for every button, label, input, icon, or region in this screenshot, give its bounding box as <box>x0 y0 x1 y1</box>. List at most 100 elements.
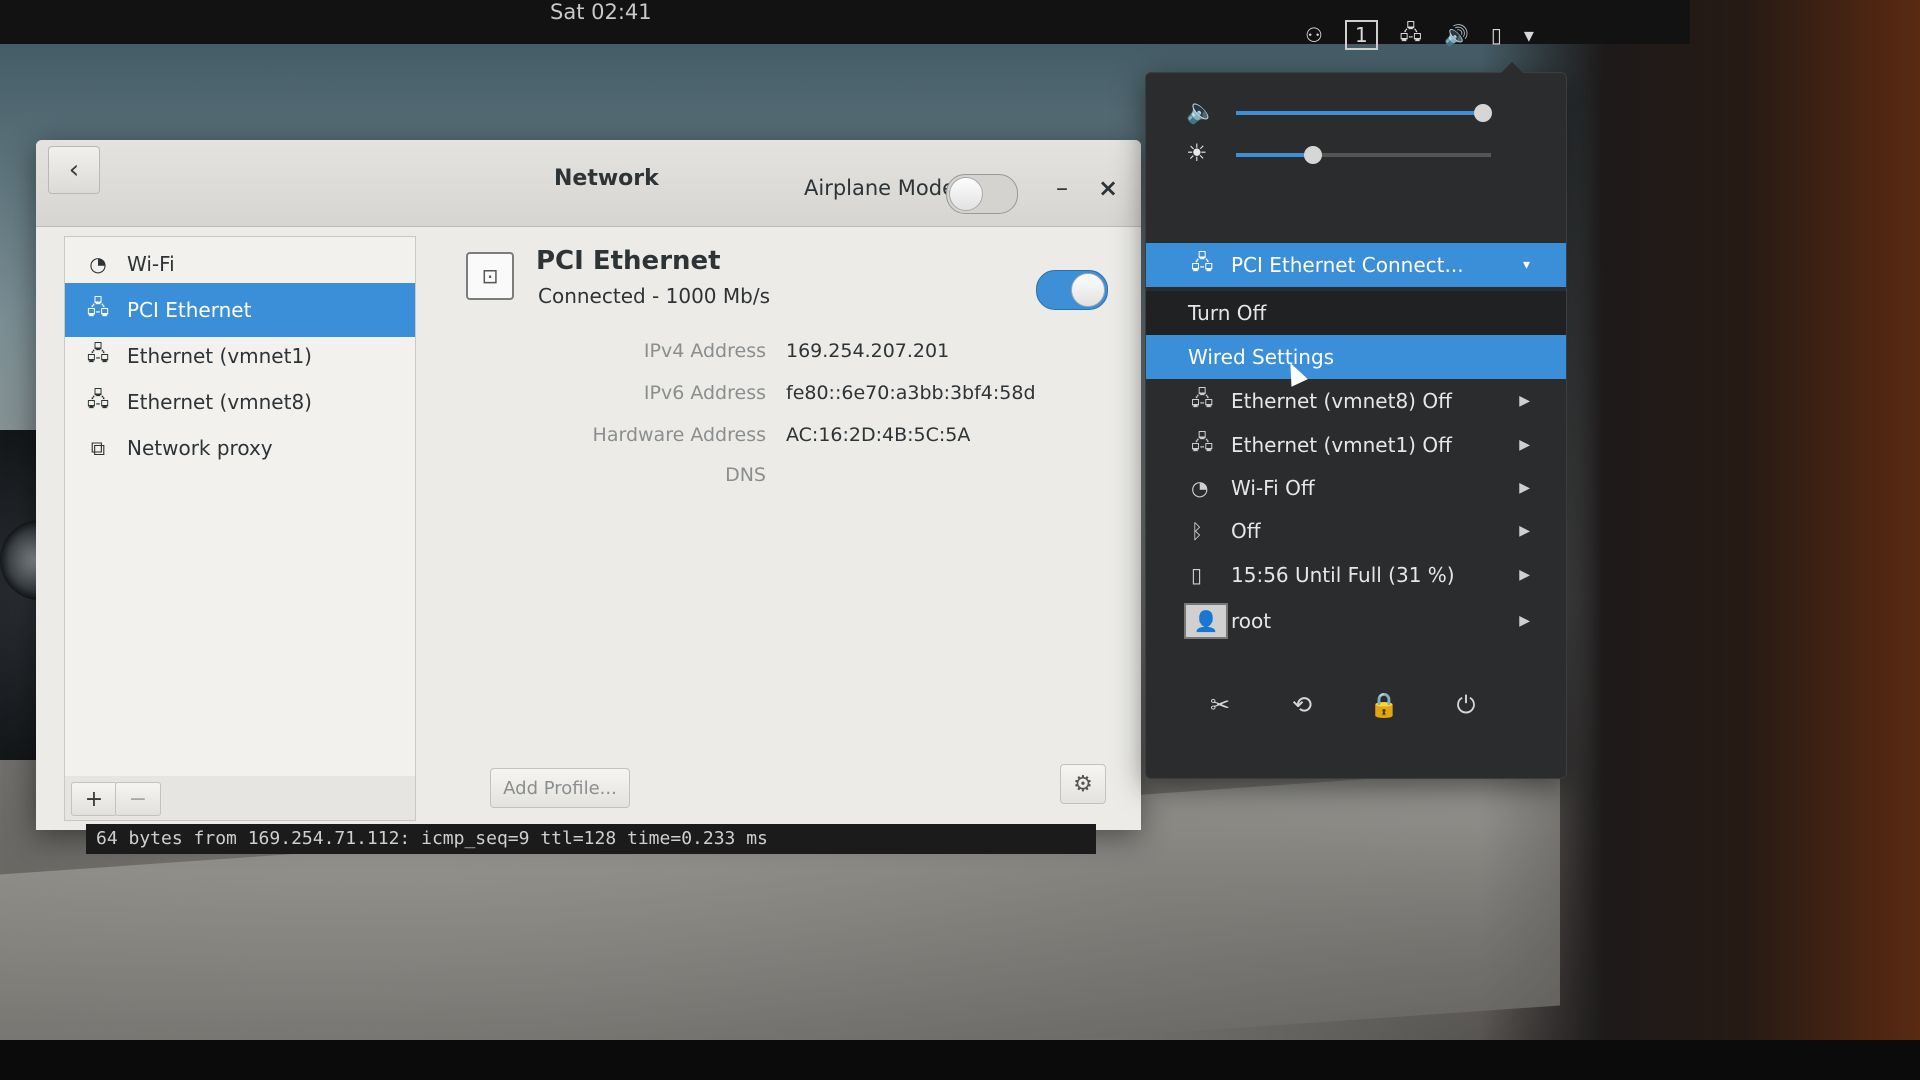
wifi-icon: ◔ <box>1191 476 1209 500</box>
brightness-slider[interactable]: ☀ <box>1186 139 1526 169</box>
network-proxy-icon: ⧉ <box>90 436 106 460</box>
ipv6-value: fe80::6e70:a3bb:3bf4:58d <box>786 382 1036 404</box>
terminal-output: 64 bytes from 169.254.71.112: icmp_seq=9… <box>86 824 1096 854</box>
dns-label: DNS <box>725 464 766 486</box>
workspace-indicator[interactable]: 1 <box>1344 20 1378 50</box>
volume-slider-knob[interactable] <box>1474 104 1493 122</box>
chevron-down-icon[interactable]: ▾ <box>1524 23 1534 47</box>
wired-network-icon: 🖧 <box>86 295 110 319</box>
window-title: Network <box>554 166 659 191</box>
system-actions: ✂ ⟲ 🔒 ⏻ <box>1146 683 1566 733</box>
menu-item-label: Wi-Fi Off <box>1231 476 1315 500</box>
chevron-right-icon: ▶ <box>1519 567 1530 583</box>
menu-pointer <box>1500 62 1524 74</box>
airplane-mode-switch[interactable] <box>946 174 1018 214</box>
brightness-slider-track[interactable] <box>1236 146 1491 164</box>
gear-icon: ⚙ <box>1073 771 1093 797</box>
rotation-lock-icon: ⟲ <box>1291 691 1313 719</box>
wired-network-disconnected-icon: 🖧 <box>86 341 110 365</box>
lock-icon: 🔒 <box>1369 691 1399 719</box>
user-menu-item[interactable]: 👤 root ▶ <box>1146 599 1566 643</box>
wired-network-disconnected-icon: 🖧 <box>86 387 110 411</box>
ipv6-label: IPv6 Address <box>643 382 766 404</box>
settings-icon: ✂ <box>1209 691 1231 719</box>
user-avatar-icon: 👤 <box>1184 603 1228 639</box>
brightness-slider-knob[interactable] <box>1303 146 1322 164</box>
wifi-menu-item[interactable]: ◔ Wi-Fi Off ▶ <box>1146 466 1566 510</box>
wifi-icon: ◔ <box>89 252 107 276</box>
minimize-button[interactable]: – <box>1056 174 1068 202</box>
ipv4-value: 169.254.207.201 <box>786 340 950 362</box>
switch-knob <box>1071 273 1105 307</box>
battery-icon[interactable]: ▯ <box>1491 23 1502 47</box>
volume-slider-fill <box>1236 111 1484 115</box>
battery-menu-item[interactable]: ▯ 15:56 Until Full (31 %) ▶ <box>1146 553 1566 597</box>
close-button[interactable]: × <box>1098 174 1118 202</box>
back-button[interactable]: ‹ <box>48 146 100 194</box>
ethernet-power-switch[interactable] <box>1036 270 1108 310</box>
chevron-right-icon: ▶ <box>1519 613 1530 629</box>
hardware-address-value: AC:16:2D:4B:5C:5A <box>786 424 971 446</box>
add-device-button[interactable]: + <box>71 782 117 816</box>
wired-network-disconnected-icon: 🖧 <box>1191 430 1214 454</box>
connection-settings-button[interactable]: ⚙ <box>1060 764 1106 804</box>
sidebar-item-label: Ethernet (vmnet1) <box>127 344 312 368</box>
device-list-toolbar: + − <box>64 776 416 821</box>
remove-device-button[interactable]: − <box>115 782 161 816</box>
settings-button[interactable]: ✂ <box>1198 683 1242 727</box>
rotation-lock-button[interactable]: ⟲ <box>1280 683 1324 727</box>
ethernet-vmnet1-menu-item[interactable]: 🖧 Ethernet (vmnet1) Off ▶ <box>1146 423 1566 467</box>
battery-icon: ▯ <box>1191 563 1203 587</box>
chevron-down-icon: ▾ <box>1522 257 1530 273</box>
network-icon[interactable]: 🖧 <box>1400 18 1422 52</box>
sidebar-item-label: Wi-Fi <box>127 252 175 276</box>
switch-knob <box>949 177 983 211</box>
device-list: ◔ Wi-Fi 🖧 PCI Ethernet 🖧 Ethernet (vmnet… <box>64 236 416 778</box>
add-profile-button[interactable]: Add Profile... <box>490 768 630 808</box>
accessibility-icon[interactable]: ⚇ <box>1305 23 1323 47</box>
sidebar-item-label: PCI Ethernet <box>127 298 252 322</box>
sidebar-item-label: Ethernet (vmnet8) <box>127 390 312 414</box>
volume-slider[interactable]: 🔈 <box>1186 97 1526 127</box>
screen-bottom-edge <box>0 1040 1920 1080</box>
chevron-right-icon: ▶ <box>1519 480 1530 496</box>
hardware-address-label: Hardware Address <box>592 424 766 446</box>
menu-item-label: 15:56 Until Full (31 %) <box>1231 563 1455 587</box>
ethernet-vmnet8-menu-item[interactable]: 🖧 Ethernet (vmnet8) Off ▶ <box>1146 379 1566 423</box>
ethernet-device-icon: ⊡ <box>466 252 514 300</box>
volume-icon[interactable]: 🔊 <box>1444 23 1469 47</box>
turn-off-menu-item[interactable]: Turn Off <box>1146 291 1566 335</box>
connection-status: Connected - 1000 Mb/s <box>538 284 770 308</box>
connection-header-label: PCI Ethernet Connect... <box>1231 253 1464 277</box>
brightness-slider-fill <box>1236 153 1313 157</box>
chevron-right-icon: ▶ <box>1519 393 1530 409</box>
chevron-right-icon: ▶ <box>1519 437 1530 453</box>
clock[interactable]: Sat 02:41 <box>550 0 652 24</box>
power-icon: ⏻ <box>1456 691 1476 719</box>
wired-network-disconnected-icon: 🖧 <box>1191 386 1214 410</box>
device-title: PCI Ethernet <box>536 246 721 276</box>
chevron-right-icon: ▶ <box>1519 523 1530 539</box>
header-bar: ‹ Network Airplane Mode – × <box>36 140 1141 227</box>
top-bar: Sat 02:41 ⚇ 1 🖧 🔊 ▯ ▾ <box>0 0 1690 50</box>
wired-settings-menu-item[interactable]: Wired Settings <box>1146 335 1566 379</box>
system-menu: 🔈 ☀ 🖧 PCI Ethernet Connect... ▾ Turn Off… <box>1145 72 1567 779</box>
sidebar-item-network-proxy[interactable]: ⧉ Network proxy <box>65 421 415 475</box>
power-button[interactable]: ⏻ <box>1444 683 1488 727</box>
turn-off-label: Turn Off <box>1188 301 1267 325</box>
wired-network-icon: 🖧 <box>1191 250 1214 274</box>
network-settings-window: ‹ Network Airplane Mode – × ◔ Wi-Fi 🖧 PC… <box>36 140 1141 830</box>
system-tray[interactable]: ⚇ 1 🖧 🔊 ▯ ▾ <box>1305 18 1534 52</box>
pci-ethernet-connection-menu[interactable]: 🖧 PCI Ethernet Connect... ▾ <box>1146 243 1566 287</box>
bluetooth-icon: ᛒ <box>1191 519 1203 543</box>
ipv4-label: IPv4 Address <box>643 340 766 362</box>
wired-settings-label: Wired Settings <box>1188 345 1335 369</box>
volume-muted-icon: 🔈 <box>1186 97 1216 125</box>
lock-button[interactable]: 🔒 <box>1362 683 1406 727</box>
bluetooth-menu-item[interactable]: ᛒ Off ▶ <box>1146 509 1566 553</box>
menu-item-label: Ethernet (vmnet1) Off <box>1231 433 1452 457</box>
volume-slider-track[interactable] <box>1236 104 1493 122</box>
menu-item-label: Off <box>1231 519 1261 543</box>
menu-item-label: root <box>1231 609 1272 633</box>
menu-item-label: Ethernet (vmnet8) Off <box>1231 389 1452 413</box>
